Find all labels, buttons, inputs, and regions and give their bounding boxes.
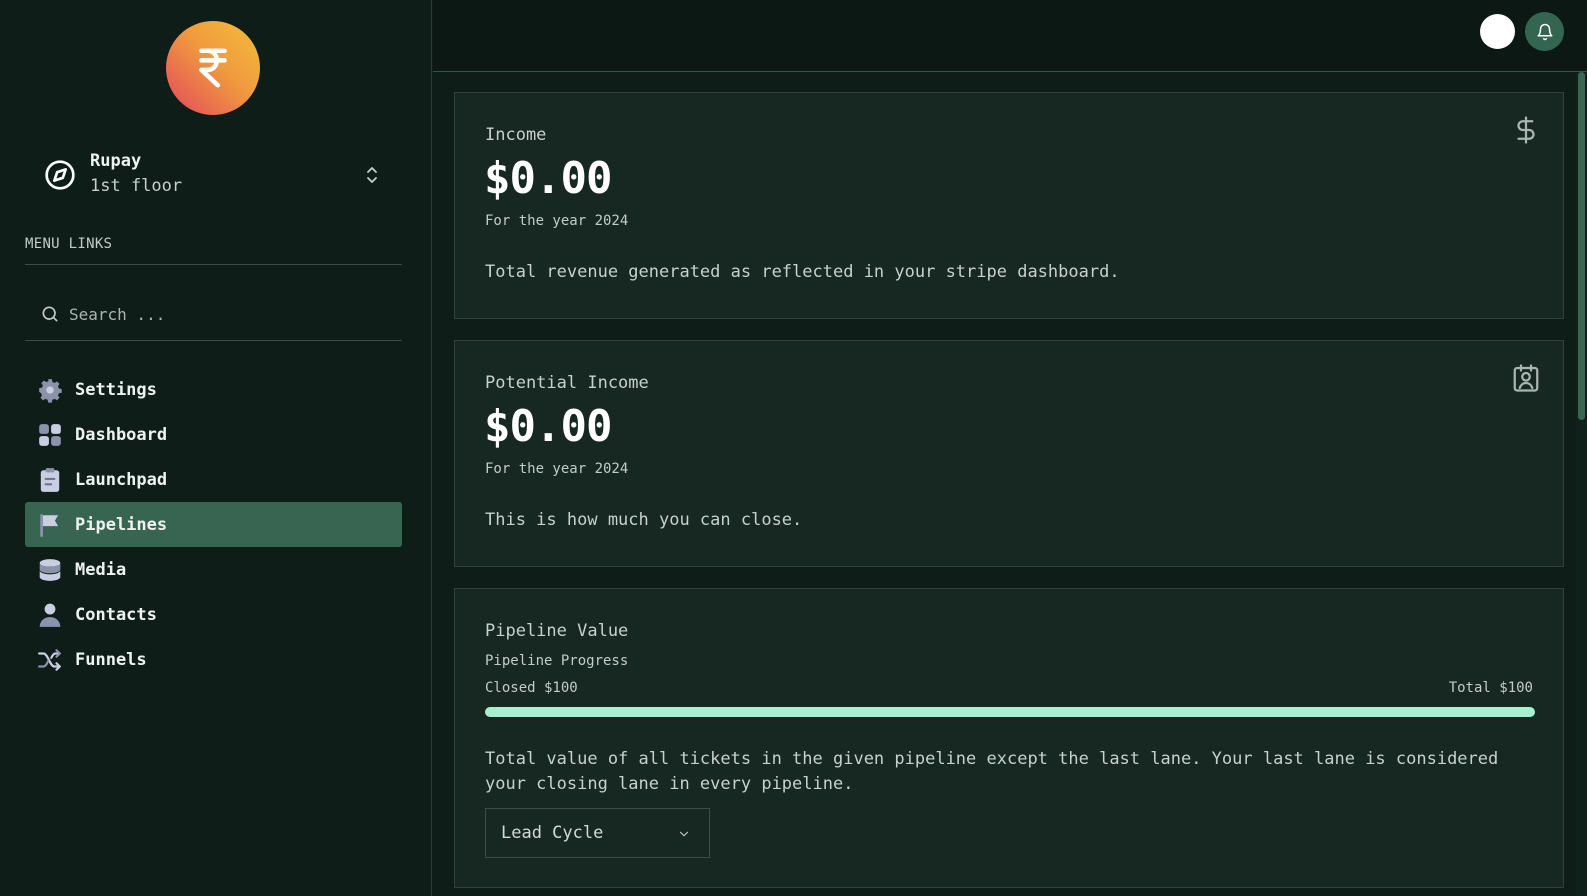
sidebar-item-label: Contacts bbox=[75, 604, 157, 625]
agency-logo[interactable] bbox=[166, 21, 260, 115]
clipboard-icon bbox=[37, 467, 63, 493]
rupee-icon bbox=[199, 48, 227, 88]
search-input[interactable] bbox=[69, 304, 369, 324]
sidebar-item-media[interactable]: Media bbox=[25, 547, 402, 592]
sidebar-item-pipelines[interactable]: Pipelines bbox=[25, 502, 402, 547]
card-description: This is how much you can close. bbox=[485, 510, 803, 530]
gear-icon bbox=[37, 377, 63, 403]
income-amount: $0.00 bbox=[484, 153, 612, 204]
pipeline-progress-label: Pipeline Progress bbox=[485, 653, 629, 669]
database-icon bbox=[37, 557, 63, 583]
card-title: Pipeline Value bbox=[485, 621, 629, 641]
card-year: For the year 2024 bbox=[485, 213, 629, 229]
bell-icon bbox=[1537, 23, 1552, 40]
account-location: 1st floor bbox=[90, 176, 183, 196]
search-icon bbox=[42, 306, 58, 322]
card-description: Total value of all tickets in the given … bbox=[485, 749, 1499, 794]
sidebar-item-settings[interactable]: Settings bbox=[25, 367, 402, 412]
sidebar-item-label: Launchpad bbox=[75, 469, 168, 490]
sidebar-item-dashboard[interactable]: Dashboard bbox=[25, 412, 402, 457]
pipeline-value-card: Pipeline Value Pipeline Progress Closed … bbox=[454, 588, 1564, 888]
card-title: Potential Income bbox=[485, 373, 649, 393]
account-switcher[interactable]: Rupay 1st floor bbox=[40, 148, 390, 202]
user-avatar[interactable] bbox=[1480, 14, 1515, 49]
contact-book-icon bbox=[1513, 364, 1539, 392]
income-card: Income $0.00 For the year 2024 Total rev… bbox=[454, 92, 1564, 319]
sidebar-nav: Settings Dashboard Launchpad Pipelines M… bbox=[25, 367, 402, 682]
sidebar: Rupay 1st floor MENU LINKS Settings Dash… bbox=[0, 0, 432, 896]
sidebar-item-contacts[interactable]: Contacts bbox=[25, 592, 402, 637]
potential-income-amount: $0.00 bbox=[484, 401, 612, 452]
card-description: Total revenue generated as reflected in … bbox=[485, 262, 1120, 282]
card-title: Income bbox=[485, 125, 547, 145]
divider bbox=[25, 264, 402, 265]
flag-icon bbox=[37, 512, 63, 538]
sidebar-item-label: Pipelines bbox=[75, 514, 168, 535]
sidebar-item-label: Media bbox=[75, 559, 127, 580]
sidebar-item-funnels[interactable]: Funnels bbox=[25, 637, 402, 682]
menu-links-heading: MENU LINKS bbox=[25, 236, 113, 252]
notifications-button[interactable] bbox=[1525, 12, 1564, 51]
pipeline-progress-bar bbox=[485, 707, 1535, 717]
card-year: For the year 2024 bbox=[485, 461, 629, 477]
dollar-icon bbox=[1517, 116, 1535, 144]
sidebar-item-label: Funnels bbox=[75, 649, 147, 670]
pipeline-select-value: Lead Cycle bbox=[501, 823, 604, 843]
search-box[interactable] bbox=[25, 290, 402, 338]
chevron-down-icon bbox=[679, 831, 689, 837]
top-bar bbox=[433, 0, 1587, 72]
scrollbar-thumb[interactable] bbox=[1578, 72, 1585, 420]
sidebar-item-label: Settings bbox=[75, 379, 157, 400]
closed-value: Closed $100 bbox=[485, 680, 578, 696]
progress-fill bbox=[485, 707, 1535, 717]
sidebar-item-launchpad[interactable]: Launchpad bbox=[25, 457, 402, 502]
person-icon bbox=[37, 602, 63, 628]
account-name: Rupay bbox=[90, 151, 142, 171]
sidebar-item-label: Dashboard bbox=[75, 424, 168, 445]
pipeline-select[interactable]: Lead Cycle bbox=[485, 808, 710, 858]
potential-income-card: Potential Income $0.00 For the year 2024… bbox=[454, 340, 1564, 567]
chevrons-up-down-icon bbox=[367, 167, 377, 183]
divider bbox=[25, 340, 402, 341]
grid-icon bbox=[37, 422, 63, 448]
shuffle-icon bbox=[37, 647, 63, 673]
compass-icon bbox=[45, 160, 75, 190]
main-scrollbar[interactable] bbox=[1576, 72, 1587, 896]
total-value: Total $100 bbox=[1448, 680, 1533, 696]
